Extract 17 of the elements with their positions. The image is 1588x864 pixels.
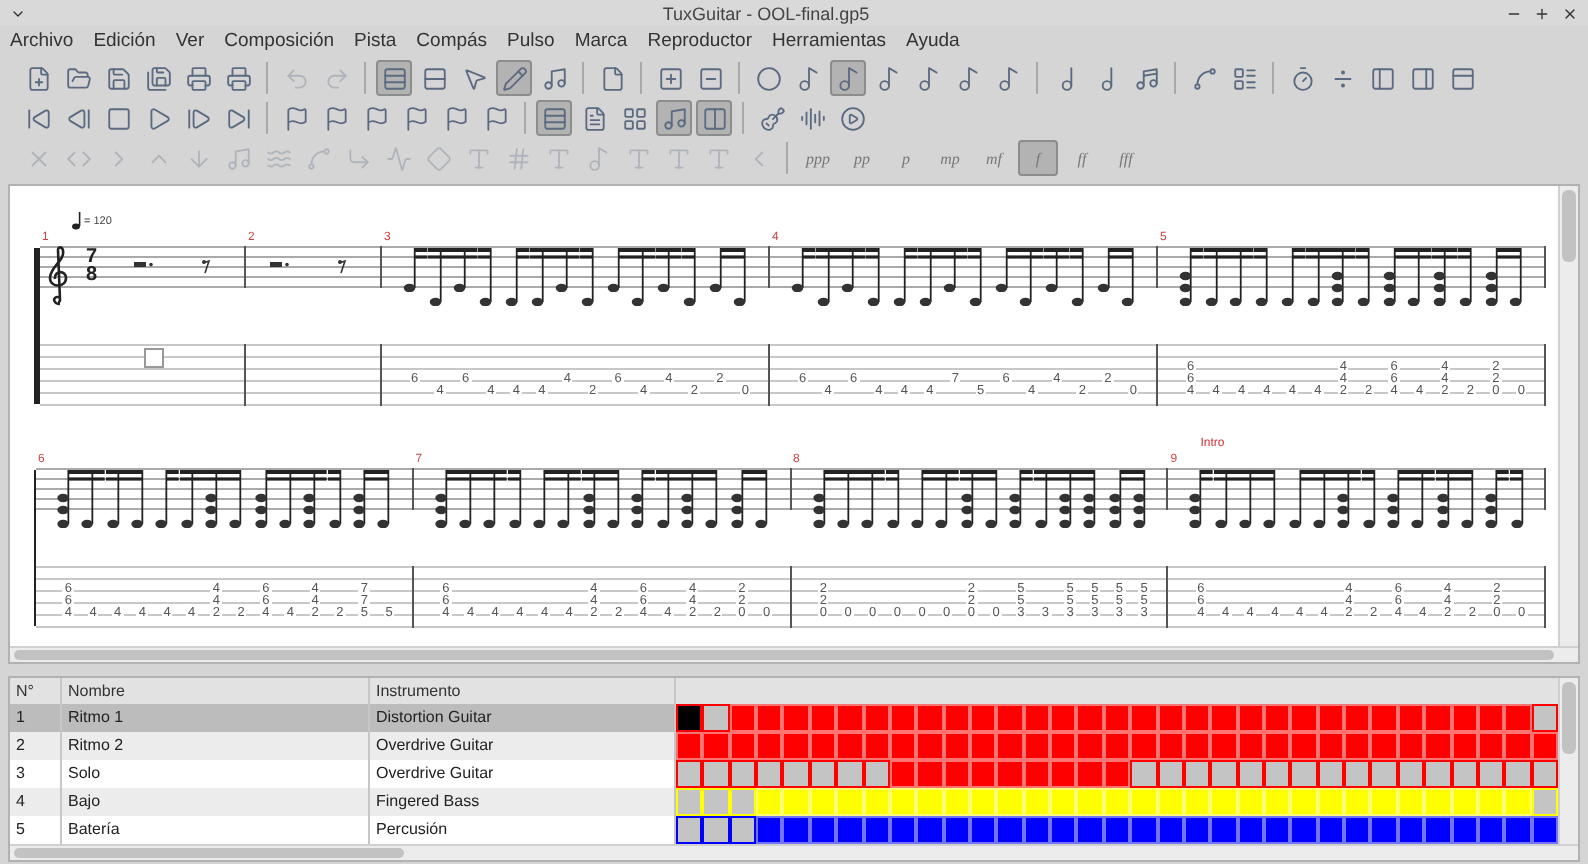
time-signature-number: 7: [86, 248, 98, 266]
menu-item[interactable]: Archivo: [10, 30, 74, 52]
time-signature-number: 8: [86, 266, 98, 284]
menu-item[interactable]: Ayuda: [906, 30, 960, 52]
track-row[interactable]: 5 Batería Percusión: [10, 816, 1558, 844]
track-row[interactable]: 1 Ritmo 1 Distortion Guitar: [10, 704, 1558, 732]
menu-item[interactable]: Ver: [175, 30, 205, 52]
window-title: TuxGuitar - OOL-final.gp5: [660, 3, 872, 23]
menu-item[interactable]: Composición: [224, 30, 335, 52]
menu-item[interactable]: Pulso: [507, 30, 555, 52]
track-row[interactable]: 3 Solo Overdrive Guitar: [10, 760, 1558, 788]
menu-item[interactable]: Pista: [354, 30, 397, 52]
menu-item[interactable]: Reproductor: [647, 30, 752, 52]
menu-item[interactable]: Edición: [93, 30, 156, 52]
menu-item[interactable]: Herramientas: [772, 30, 887, 52]
menu-item[interactable]: Compás: [416, 30, 488, 52]
menu-item[interactable]: Marca: [574, 30, 628, 52]
